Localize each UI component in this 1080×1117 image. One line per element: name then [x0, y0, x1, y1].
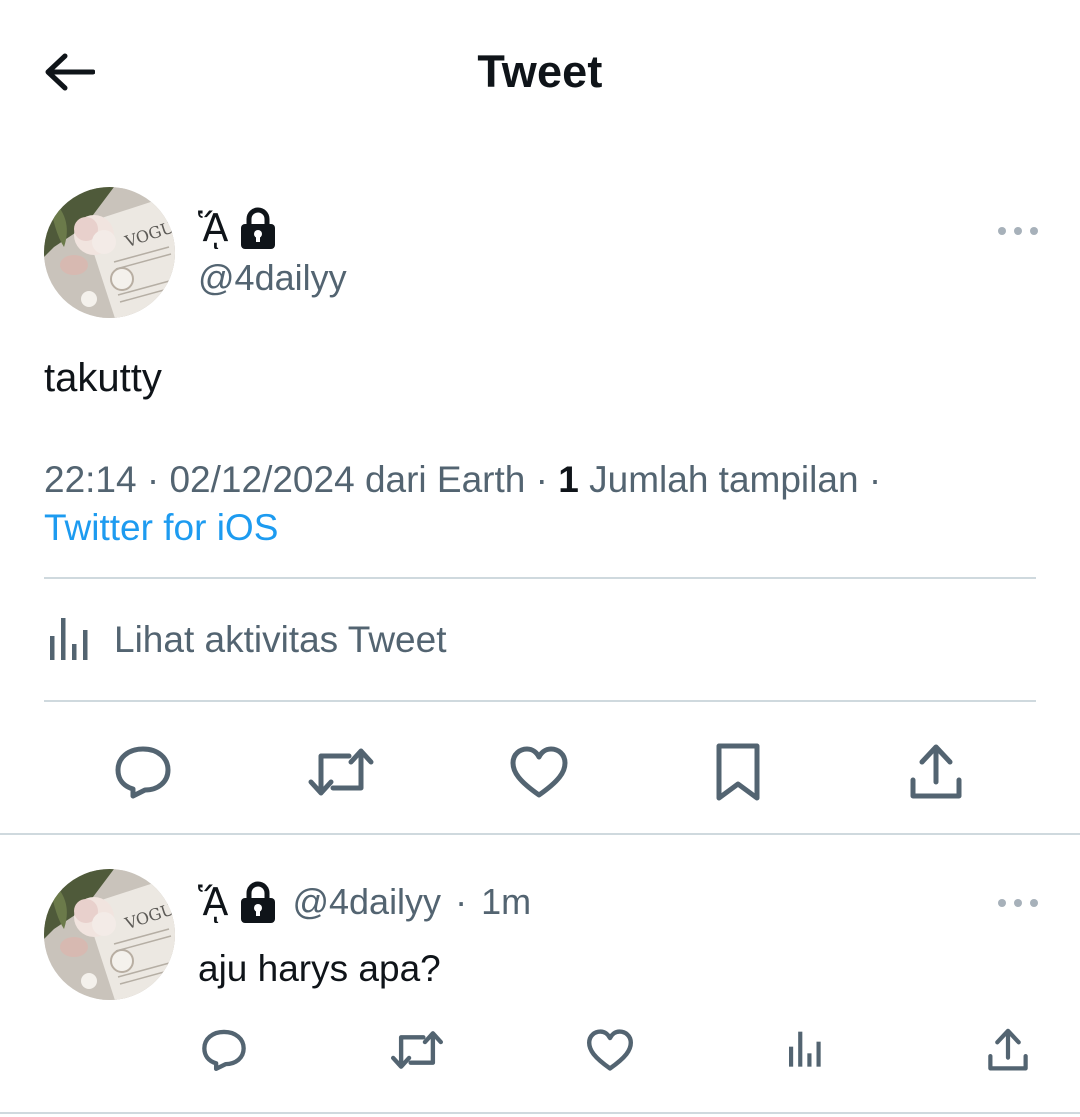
reply-handle[interactable]: @4dailyy	[292, 881, 441, 923]
display-name-glyph: ᾍ	[198, 206, 229, 250]
tweet-activity-button[interactable]: Lihat aktivitas Tweet	[44, 604, 447, 676]
share-icon	[988, 1028, 1028, 1071]
reply-header: ᾍ @4dailyy · 1m	[198, 880, 532, 924]
top-bar: Tweet	[0, 0, 1080, 140]
reply-icon	[115, 746, 171, 799]
divider	[0, 833, 1080, 835]
reply-avatar[interactable]: VOGUE	[44, 869, 175, 1000]
divider	[44, 577, 1036, 579]
reply-views-button[interactable]	[772, 1018, 836, 1082]
activity-label: Lihat aktivitas Tweet	[114, 619, 447, 660]
tweet-text: takutty	[44, 356, 162, 400]
analytics-icon	[50, 618, 88, 660]
avatar[interactable]: VOGUE	[44, 187, 175, 318]
tweet-detail-page: Tweet VOGUE ᾍ @4dailyy takutty 22:14 · 0…	[0, 0, 1080, 1117]
bookmark-button[interactable]	[702, 736, 774, 808]
bookmark-icon	[716, 743, 760, 801]
display-name[interactable]: ᾍ	[198, 204, 278, 252]
views-icon	[789, 1031, 821, 1067]
tweet-location: dari Earth	[364, 459, 526, 500]
reply-share-button[interactable]	[976, 1018, 1040, 1082]
retweet-icon	[308, 748, 374, 796]
reply-retweet-button[interactable]	[385, 1018, 449, 1082]
like-icon	[510, 746, 568, 798]
reply-icon	[202, 1029, 246, 1072]
page-title: Tweet	[477, 46, 603, 97]
retweet-icon	[390, 1031, 444, 1069]
lock-icon	[241, 207, 276, 249]
like-icon	[587, 1029, 633, 1071]
reply-like-button[interactable]	[578, 1018, 642, 1082]
reply-reply-button[interactable]	[192, 1018, 256, 1082]
tweet-action-bar	[0, 736, 1080, 808]
tweet-time: 22:14	[44, 459, 137, 500]
lock-icon	[241, 881, 276, 923]
reply-button[interactable]	[107, 736, 179, 808]
views-label: Jumlah tampilan	[589, 459, 859, 500]
share-button[interactable]	[900, 736, 972, 808]
reply-time: 1m	[481, 881, 532, 922]
reply-text: aju harys apa?	[198, 948, 441, 989]
user-handle[interactable]: @4dailyy	[198, 257, 347, 299]
tweet-source-link[interactable]: Twitter for iOS	[44, 507, 278, 548]
display-name-glyph[interactable]: ᾍ	[198, 883, 228, 921]
tweet-meta: 22:14 · 02/12/2024 dari Earth · 1 Jumlah…	[44, 459, 882, 548]
retweet-button[interactable]	[305, 736, 377, 808]
share-icon	[910, 744, 962, 799]
reply-action-bar	[0, 1018, 1080, 1082]
divider	[44, 700, 1036, 702]
divider	[0, 1112, 1080, 1114]
like-button[interactable]	[503, 736, 575, 808]
more-options-icon[interactable]	[998, 216, 1038, 246]
views-count: 1	[558, 459, 579, 500]
tweet-date: 02/12/2024	[169, 459, 355, 500]
reply-more-options-icon[interactable]	[998, 888, 1038, 918]
